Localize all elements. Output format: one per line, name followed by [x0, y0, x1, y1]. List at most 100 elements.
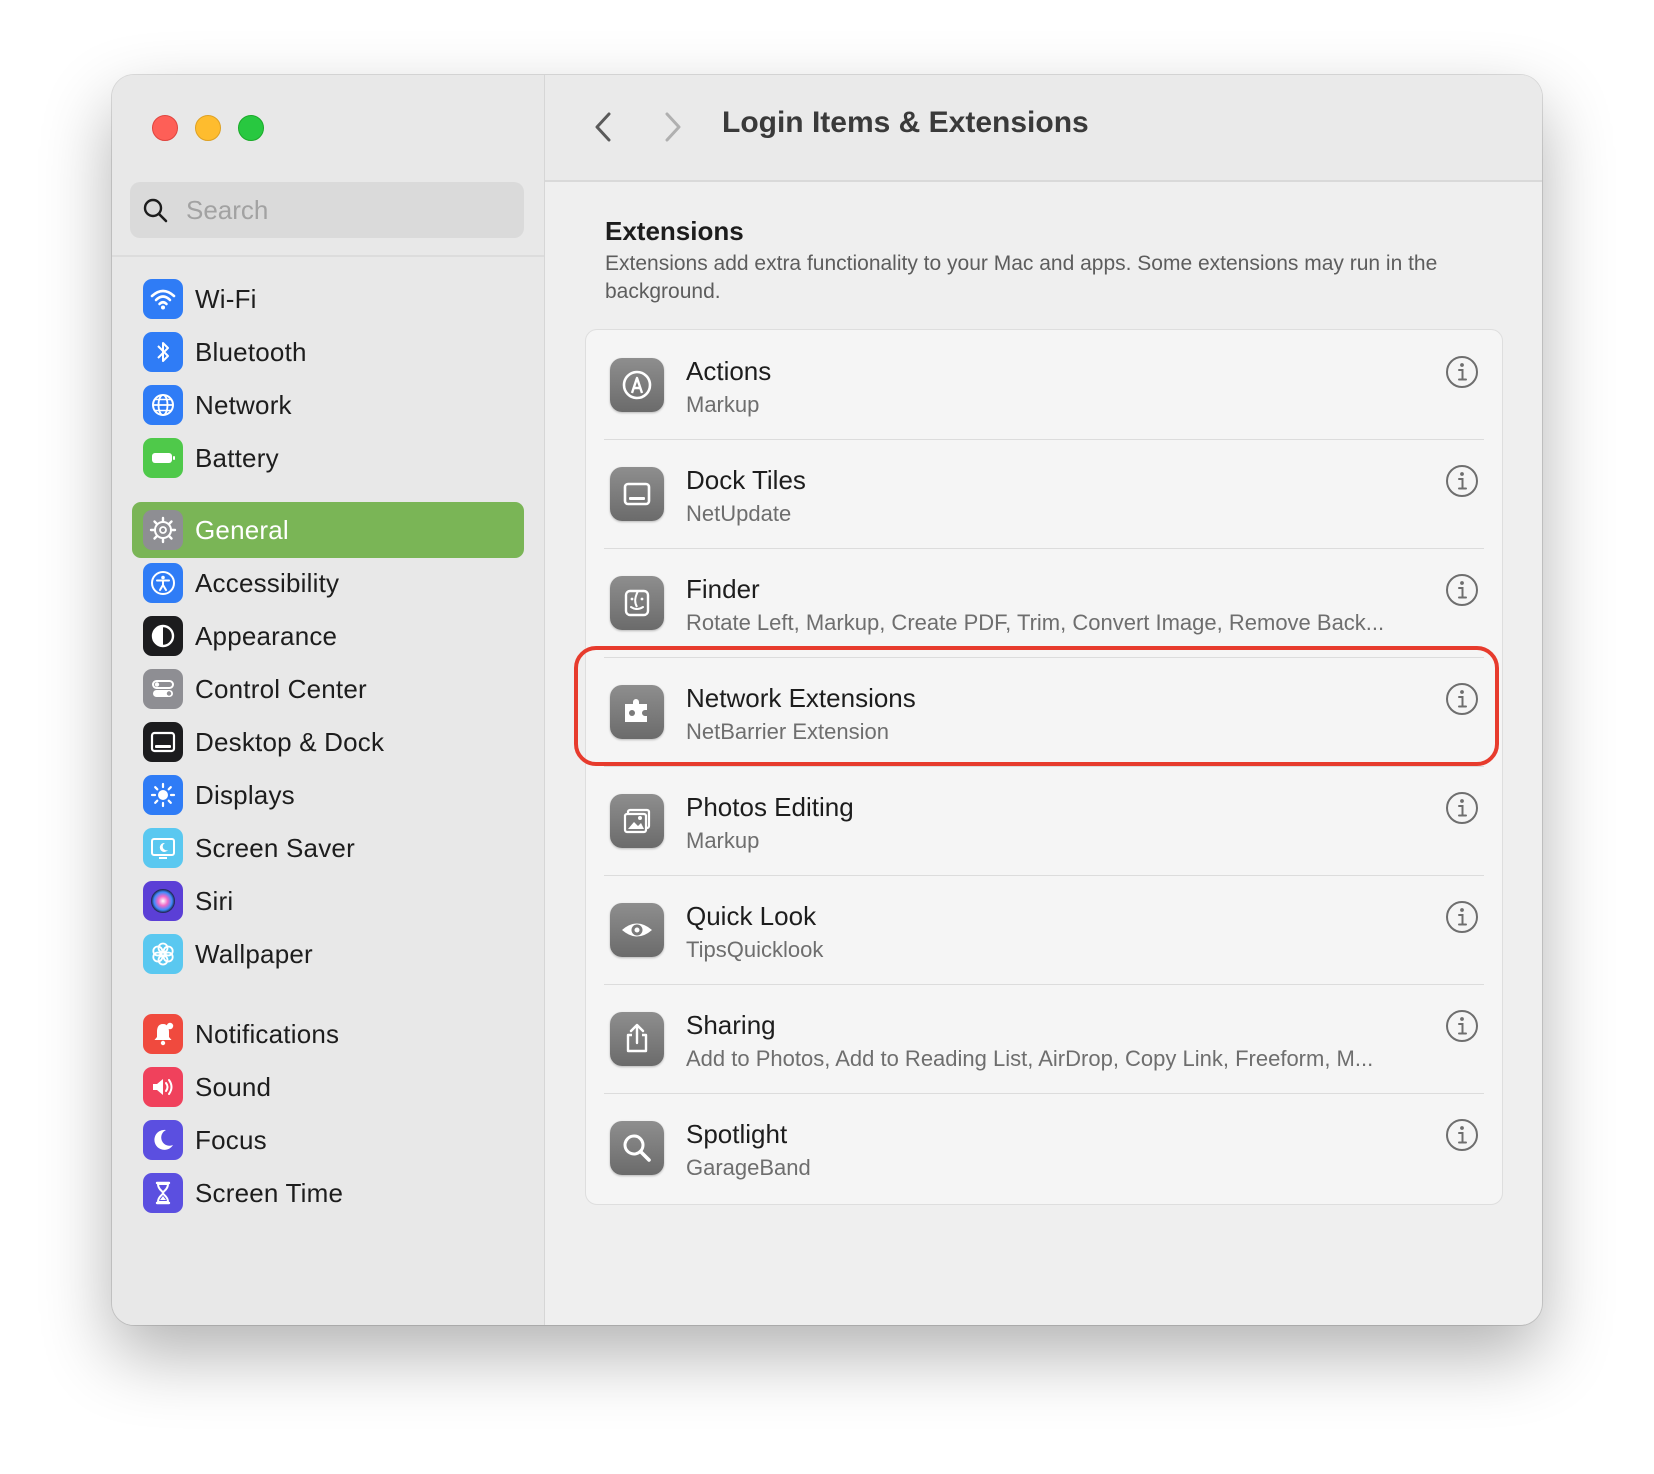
dock-icon: [610, 467, 664, 521]
section-title: Extensions: [605, 216, 744, 246]
sidebar-item-siri[interactable]: Siri: [132, 873, 524, 929]
sidebar-item-desktop-dock[interactable]: Desktop & Dock: [132, 714, 524, 770]
search-icon: [143, 198, 168, 223]
info-icon[interactable]: [1444, 899, 1480, 935]
extension-row-photos-editing[interactable]: Photos Editing Markup: [586, 766, 1502, 876]
sidebar-item-label: Wallpaper: [195, 938, 313, 969]
sidebar-item-general[interactable]: General: [132, 502, 524, 558]
extension-row-finder[interactable]: Finder Rotate Left, Markup, Create PDF, T…: [586, 548, 1502, 658]
sidebar-item-label: Control Center: [195, 673, 367, 704]
extension-title: Dock Tiles: [686, 465, 806, 495]
info-icon[interactable]: [1444, 1008, 1480, 1044]
sun-icon: [143, 775, 183, 815]
sidebar-item-label: Appearance: [195, 620, 338, 651]
sidebar-item-appearance[interactable]: Appearance: [132, 608, 524, 664]
puzzle-icon: [610, 685, 664, 739]
extension-row-quick-look[interactable]: Quick Look TipsQuicklook: [586, 875, 1502, 985]
search-placeholder: Search: [186, 194, 269, 225]
sidebar-item-wallpaper[interactable]: Wallpaper: [132, 926, 524, 982]
hourglass-icon: [143, 1173, 183, 1213]
extension-title: Network Extensions: [686, 683, 916, 713]
info-icon[interactable]: [1444, 1117, 1480, 1153]
extension-row-spotlight[interactable]: Spotlight GarageBand: [586, 1093, 1502, 1203]
page-title: Login Items & Extensions: [722, 106, 1089, 139]
extension-title: Finder: [686, 574, 760, 604]
main-pane: Login Items & Extensions Extensions Exte…: [545, 75, 1542, 1325]
bell-icon: [143, 1014, 183, 1054]
close-button[interactable]: [152, 115, 178, 141]
sidebar-item-label: Network: [195, 389, 292, 420]
sidebar-item-control-center[interactable]: Control Center: [132, 661, 524, 717]
sidebar: Search Wi-Fi Bluetooth Network Battery Gener…: [112, 75, 545, 1325]
extension-row-actions[interactable]: Actions Markup: [586, 330, 1502, 440]
sidebar-item-screen-time[interactable]: Screen Time: [132, 1165, 524, 1221]
search-field[interactable]: Search: [130, 182, 524, 238]
sidebar-item-accessibility[interactable]: Accessibility: [132, 555, 524, 611]
forward-button[interactable]: [655, 107, 691, 147]
share-icon: [610, 1012, 664, 1066]
sidebar-item-label: Notifications: [195, 1018, 340, 1049]
extension-title: Sharing: [686, 1010, 776, 1040]
extension-row-network-extensions[interactable]: Network Extensions NetBarrier Extension: [586, 657, 1502, 767]
globe-icon: [143, 385, 183, 425]
siri-icon: [143, 881, 183, 921]
sidebar-item-focus[interactable]: Focus: [132, 1112, 524, 1168]
sidebar-item-label: Bluetooth: [195, 336, 307, 367]
extension-row-dock-tiles[interactable]: Dock Tiles NetUpdate: [586, 439, 1502, 549]
extension-subtitle: NetBarrier Extension: [686, 719, 889, 744]
extension-title: Photos Editing: [686, 792, 854, 822]
control-center-icon: [143, 669, 183, 709]
sidebar-item-battery[interactable]: Battery: [132, 430, 524, 486]
finder-icon: [610, 576, 664, 630]
sidebar-item-sound[interactable]: Sound: [132, 1059, 524, 1115]
gear-icon: [143, 510, 183, 550]
back-button[interactable]: [585, 107, 621, 147]
extension-subtitle: Markup: [686, 392, 760, 417]
settings-window: Search Wi-Fi Bluetooth Network Battery Gener…: [112, 75, 1542, 1325]
sidebar-item-label: Screen Saver: [195, 832, 355, 863]
zoom-button[interactable]: [238, 115, 264, 141]
extensions-list: Actions Markup Dock Tiles NetUpdate Finder Ro…: [585, 329, 1503, 1205]
info-icon[interactable]: [1444, 354, 1480, 390]
sidebar-item-displays[interactable]: Displays: [132, 767, 524, 823]
sidebar-item-notifications[interactable]: Notifications: [132, 1006, 524, 1062]
photos-icon: [610, 794, 664, 848]
sidebar-item-network[interactable]: Network: [132, 377, 524, 433]
info-icon[interactable]: [1444, 572, 1480, 608]
sidebar-item-screen-saver[interactable]: Screen Saver: [132, 820, 524, 876]
extension-subtitle: GarageBand: [686, 1155, 811, 1180]
bluetooth-icon: [143, 332, 183, 372]
sidebar-item-label: Sound: [195, 1071, 272, 1102]
extension-subtitle: Markup: [686, 828, 760, 853]
markup-icon: [610, 358, 664, 412]
magnifier-icon: [610, 1121, 664, 1175]
battery-icon: [143, 438, 183, 478]
accessibility-icon: [143, 563, 183, 603]
appearance-icon: [143, 616, 183, 656]
extension-title: Actions: [686, 356, 772, 386]
info-icon[interactable]: [1444, 463, 1480, 499]
sidebar-item-label: Accessibility: [195, 567, 340, 598]
info-icon[interactable]: [1444, 790, 1480, 826]
sidebar-item-label: Battery: [195, 442, 279, 473]
sidebar-item-wi-fi[interactable]: Wi-Fi: [132, 271, 524, 327]
info-icon[interactable]: [1444, 681, 1480, 717]
extension-title: Spotlight: [686, 1119, 788, 1149]
extension-row-sharing[interactable]: Sharing Add to Photos, Add to Reading Lis…: [586, 984, 1502, 1094]
screen-saver-icon: [143, 828, 183, 868]
eye-icon: [610, 903, 664, 957]
wifi-icon: [143, 279, 183, 319]
sidebar-item-bluetooth[interactable]: Bluetooth: [132, 324, 524, 380]
desktop-dock-icon: [143, 722, 183, 762]
sidebar-divider: [112, 255, 544, 257]
sidebar-item-label: General: [195, 514, 289, 545]
extension-subtitle: NetUpdate: [686, 501, 792, 526]
sidebar-item-label: Desktop & Dock: [195, 726, 385, 757]
toolbar: Login Items & Extensions: [545, 75, 1542, 182]
sidebar-item-label: Screen Time: [195, 1177, 344, 1208]
extension-subtitle: TipsQuicklook: [686, 937, 824, 962]
sidebar-item-label: Wi-Fi: [195, 283, 257, 314]
moon-icon: [143, 1120, 183, 1160]
extension-title: Quick Look: [686, 901, 817, 931]
minimize-button[interactable]: [195, 115, 221, 141]
